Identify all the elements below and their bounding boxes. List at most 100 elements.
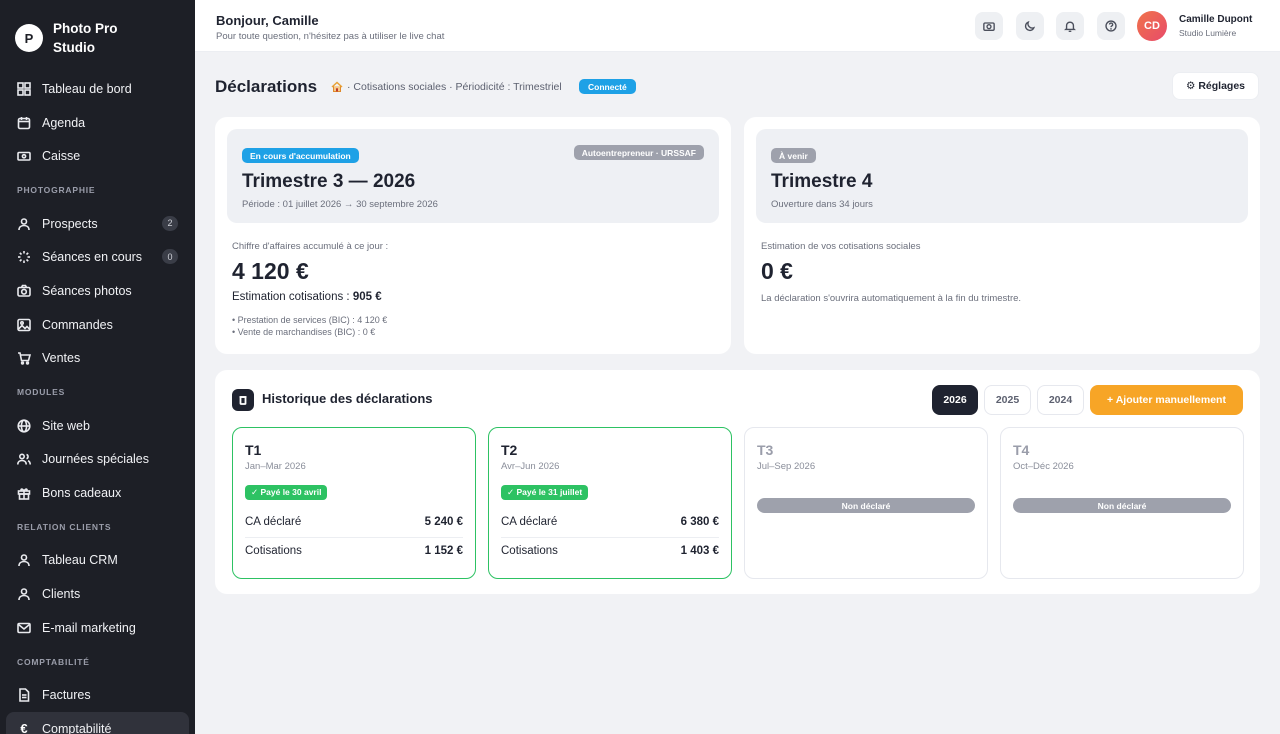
brand-logo: P [15, 24, 43, 52]
cash-icon [17, 149, 31, 163]
history-title: Historique des déclarations [262, 391, 433, 406]
section-comptabilite: COMPTABILITÉ [17, 656, 90, 667]
user-icon [17, 587, 31, 601]
next-quarter-card: À venir Trimestre 4 Ouverture dans 34 jo… [744, 117, 1260, 354]
brand[interactable]: P Photo Pro Studio [15, 19, 143, 57]
quarter-period: Jul–Sep 2026 [757, 461, 816, 472]
cotisations-row: Cotisations 1 403 € [501, 545, 719, 557]
next-estimation-amount: 0 € [761, 258, 793, 284]
next-quarter-title: Trimestre 4 [771, 171, 873, 192]
file-icon [17, 688, 31, 703]
year-tab-2024[interactable]: 2024 [1037, 385, 1084, 415]
sidebar-item-agenda[interactable]: Agenda [6, 106, 189, 140]
brand-name: Photo Pro Studio [53, 21, 118, 55]
sidebar-item-email-marketing[interactable]: E-mail marketing [6, 611, 189, 645]
help-button[interactable] [1097, 12, 1125, 40]
sidebar-item-clients[interactable]: Clients [6, 577, 189, 611]
regime-badge: Autoentrepreneur · URSSAF [573, 145, 704, 160]
sidebar-item-journees-speciales[interactable]: Journées spéciales [6, 443, 189, 477]
sidebar-item-caisse[interactable]: Caisse [6, 139, 189, 173]
quarter-card-t4[interactable]: T4 Oct–Déc 2026 Non déclaré [1000, 427, 1244, 579]
sidebar-item-ventes[interactable]: Ventes [6, 342, 189, 376]
user-icon [17, 217, 31, 231]
quarter-period: Jan–Mar 2026 [245, 461, 306, 472]
sidebar-item-seances-photos[interactable]: Séances photos [6, 274, 189, 308]
breadcrumb: · Cotisations sociales · Périodicité : T… [331, 81, 562, 93]
sidebar-item-tableau-de-bord[interactable]: Tableau de bord [6, 72, 189, 106]
sidebar-item-label: Séances photos [42, 283, 132, 298]
section-modules: MODULES [17, 387, 66, 398]
sidebar: P Photo Pro Studio Tableau de bord Agend… [0, 0, 195, 734]
home-icon[interactable] [331, 81, 343, 93]
sidebar-item-label: Factures [42, 688, 91, 703]
quarter-period: Oct–Déc 2026 [1013, 461, 1074, 472]
undeclared-badge: Non déclaré [1013, 498, 1231, 513]
notifications-button[interactable] [1056, 12, 1084, 40]
sidebar-item-label: Ventes [42, 351, 81, 366]
undeclared-badge: Non déclaré [757, 498, 975, 513]
next-quarter-note: La déclaration s'ouvrira automatiquement… [761, 293, 1022, 304]
sidebar-item-label: Tableau de bord [42, 81, 132, 96]
ca-row-value: 5 240 € [424, 516, 463, 528]
sidebar-item-label: Journées spéciales [42, 452, 150, 467]
divider [501, 537, 719, 538]
next-quarter-summary: À venir Trimestre 4 Ouverture dans 34 jo… [756, 129, 1248, 223]
top-bar: Bonjour, Camille Pour toute question, n'… [195, 0, 1280, 52]
cotisations-row-label: Cotisations [245, 545, 302, 557]
next-estimation-label: Estimation de vos cotisations sociales [761, 241, 921, 252]
sidebar-item-bons-cadeaux[interactable]: Bons cadeaux [6, 476, 189, 510]
sidebar-item-label: Bons cadeaux [42, 486, 122, 501]
ca-row-label: CA déclaré [245, 516, 302, 528]
ca-amount: 4 120 € [232, 258, 309, 284]
sidebar-item-seances-en-cours[interactable]: Séances en cours 0 [6, 240, 189, 274]
sidebar-item-label: Comptabilité [42, 721, 112, 734]
sidebar-item-label: Tableau CRM [42, 553, 118, 568]
year-tab-2026[interactable]: 2026 [932, 385, 978, 415]
current-quarter-card: En cours d'accumulation Autoentrepreneur… [215, 117, 731, 354]
camera-icon [983, 22, 995, 31]
avatar[interactable]: CD [1137, 11, 1167, 41]
add-manual-button[interactable]: + Ajouter manuellement [1090, 385, 1243, 415]
seances-count-badge: 0 [162, 249, 178, 265]
quarter-card-t3[interactable]: T3 Jul–Sep 2026 Non déclaré [744, 427, 988, 579]
paid-badge: ✓ Payé le 31 juillet [501, 485, 589, 500]
user-icon [17, 553, 31, 567]
current-quarter-summary: En cours d'accumulation Autoentrepreneur… [227, 129, 719, 223]
calendar-icon [17, 116, 31, 130]
detail-services: • Prestation de services (BIC) : 4 120 € [232, 315, 388, 325]
divider [245, 537, 463, 538]
sidebar-item-site-web[interactable]: Site web [6, 409, 189, 443]
year-tab-2025[interactable]: 2025 [984, 385, 1031, 415]
bell-icon [1064, 21, 1076, 32]
cotisations-row: Cotisations 1 152 € [245, 545, 463, 557]
moon-icon [1024, 20, 1036, 32]
sidebar-item-label: Site web [42, 418, 90, 433]
greeting: Bonjour, Camille [216, 13, 319, 28]
cotisations-row-label: Cotisations [501, 545, 558, 557]
section-relation-clients: RELATION CLIENTS [17, 521, 112, 532]
cotisations-row-value: 1 152 € [424, 545, 463, 557]
quarter-label: T3 [757, 442, 774, 458]
settings-button[interactable]: ⚙ Réglages [1172, 72, 1259, 100]
sidebar-item-prospects[interactable]: Prospects 2 [6, 207, 189, 241]
sidebar-item-tableau-crm[interactable]: Tableau CRM [6, 544, 189, 578]
camera-button[interactable] [975, 12, 1003, 40]
quarter-card-t1[interactable]: T1 Jan–Mar 2026 ✓ Payé le 30 avril CA dé… [232, 427, 476, 579]
quarter-label: T4 [1013, 442, 1030, 458]
sidebar-item-factures[interactable]: Factures [6, 678, 189, 712]
sidebar-item-label: Commandes [42, 317, 113, 332]
estimation-line: Estimation cotisations : 905 € [232, 291, 382, 303]
sidebar-item-comptabilite[interactable]: € Comptabilité [6, 712, 189, 734]
ca-row-value: 6 380 € [680, 516, 719, 528]
sidebar-item-commandes[interactable]: Commandes [6, 308, 189, 342]
dark-mode-button[interactable] [1016, 12, 1044, 40]
ca-row-label: CA déclaré [501, 516, 558, 528]
cart-icon [17, 351, 31, 366]
help-icon [1105, 20, 1117, 32]
current-quarter-title: Trimestre 3 — 2026 [242, 171, 416, 192]
quarter-card-t2[interactable]: T2 Avr–Jun 2026 ✓ Payé le 31 juillet CA … [488, 427, 732, 579]
sidebar-item-label: Séances en cours [42, 250, 143, 265]
quarter-period: Avr–Jun 2026 [501, 461, 560, 472]
greeting-subtitle: Pour toute question, n'hésitez pas à uti… [216, 31, 445, 42]
quarter-label: T2 [501, 442, 518, 458]
